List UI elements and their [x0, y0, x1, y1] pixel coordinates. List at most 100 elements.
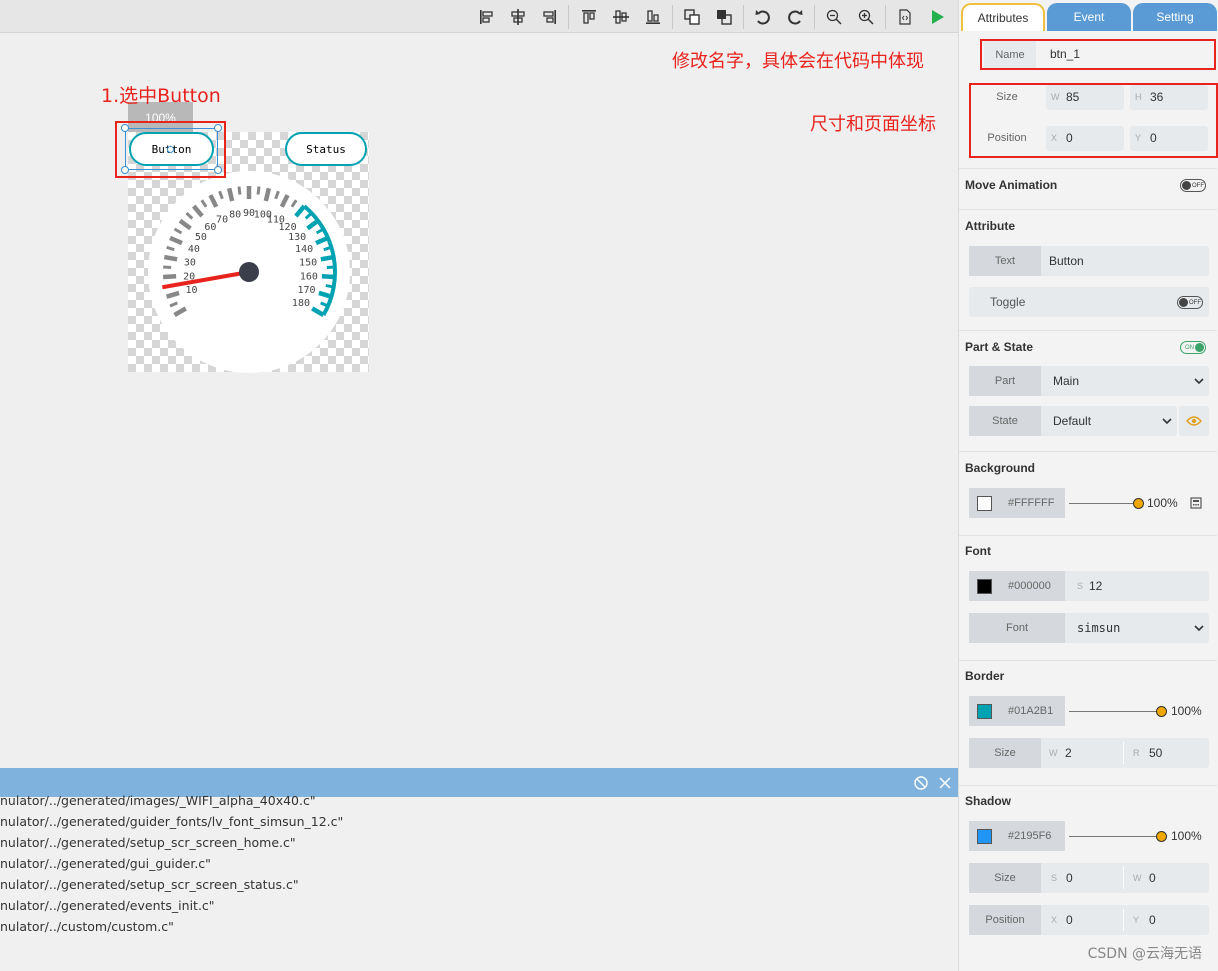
- border-color-row: #01A2B1 100%: [969, 696, 1209, 726]
- border-swatch: [977, 704, 992, 719]
- state-row: State Default: [969, 406, 1177, 436]
- font-family-row: Font simsun: [969, 613, 1209, 643]
- font-color-row: #000000 S 12: [969, 571, 1209, 601]
- border-w-label: W: [1049, 748, 1058, 758]
- w-field[interactable]: W 85: [1046, 85, 1124, 110]
- align-left-icon[interactable]: [476, 6, 498, 28]
- annotation-name: 修改名字，具体会在代码中体现: [672, 51, 924, 72]
- align-middle-icon[interactable]: [610, 6, 632, 28]
- send-backward-icon[interactable]: [713, 6, 735, 28]
- redo-icon[interactable]: [784, 6, 806, 28]
- border-color-picker[interactable]: #01A2B1: [969, 696, 1065, 726]
- size-label: Size: [996, 91, 1018, 103]
- h-field[interactable]: H 36: [1130, 85, 1208, 110]
- gauge-tick: [256, 186, 261, 195]
- align-top-icon[interactable]: [578, 6, 600, 28]
- shadow-spread-field[interactable]: 0: [1066, 863, 1073, 893]
- chevron-down-icon[interactable]: [1161, 415, 1173, 427]
- shadow-opacity-value: 100%: [1171, 829, 1202, 843]
- shadow-color-value: #2195F6: [1008, 830, 1052, 842]
- part-state-toggle[interactable]: ON: [1180, 341, 1206, 354]
- console-line: nulator/../custom/custom.c": [0, 919, 174, 934]
- design-canvas: 100% Button Status 102030405060708090100…: [0, 33, 958, 768]
- border-width-field[interactable]: 2: [1065, 738, 1072, 768]
- font-color-picker[interactable]: #000000: [969, 571, 1065, 601]
- border-radius-field[interactable]: 50: [1149, 738, 1162, 768]
- text-field[interactable]: Button: [1049, 246, 1084, 276]
- gauge-label: 160: [300, 271, 318, 282]
- bring-forward-icon[interactable]: [681, 6, 703, 28]
- annotation-select: 1.选中Button: [101, 85, 221, 107]
- font-family-select[interactable]: simsun: [1077, 613, 1120, 643]
- border-color-value: #01A2B1: [1008, 705, 1054, 717]
- zoom-out-icon[interactable]: [823, 6, 845, 28]
- calculator-icon[interactable]: [1190, 497, 1202, 509]
- zoom-in-icon[interactable]: [855, 6, 877, 28]
- border-opacity-value: 100%: [1171, 704, 1202, 718]
- position-label: Position: [987, 132, 1027, 144]
- shadow-opacity-track[interactable]: [1069, 836, 1163, 837]
- shadow-swatch: [977, 829, 992, 844]
- chevron-down-icon[interactable]: [1193, 622, 1205, 634]
- chevron-down-icon[interactable]: [1193, 375, 1205, 387]
- border-opacity-track[interactable]: [1069, 711, 1163, 712]
- border-size-label: Size: [969, 738, 1041, 768]
- console-line: nulator/../generated/events_init.c": [0, 898, 215, 913]
- gauge-label: 10: [185, 285, 197, 296]
- shadow-width-field[interactable]: 0: [1149, 863, 1156, 893]
- gauge-label: 180: [292, 298, 310, 309]
- font-swatch: [977, 579, 992, 594]
- run-icon[interactable]: [926, 6, 948, 28]
- console-line: nulator/../generated/guider_fonts/lv_fon…: [0, 814, 344, 829]
- border-size-row: Size W 2 R 50: [969, 738, 1209, 768]
- console-line: nulator/../generated/gui_guider.c": [0, 856, 211, 871]
- x-field[interactable]: X 0: [1046, 126, 1124, 151]
- state-select[interactable]: Default: [1053, 406, 1091, 436]
- align-right-icon[interactable]: [538, 6, 560, 28]
- border-opacity-knob[interactable]: [1156, 706, 1167, 717]
- shadow-x-label: X: [1051, 915, 1058, 925]
- part-select[interactable]: Main: [1053, 366, 1079, 396]
- text-label: Text: [969, 246, 1041, 276]
- bg-opacity-track[interactable]: [1069, 503, 1141, 504]
- shadow-y-field[interactable]: 0: [1149, 905, 1156, 935]
- console-line: nulator/../generated/setup_scr_screen_ho…: [0, 835, 296, 850]
- font-color-value: #000000: [1008, 580, 1051, 592]
- border-r-label: R: [1133, 748, 1140, 758]
- shadow-color-picker[interactable]: #2195F6: [969, 821, 1065, 851]
- h-label: H: [1135, 92, 1142, 102]
- shadow-y-label: Y: [1133, 915, 1140, 925]
- font-size-field[interactable]: 12: [1089, 571, 1102, 601]
- preview-state-button[interactable]: [1179, 406, 1209, 436]
- canvas-status-button[interactable]: Status: [285, 132, 367, 166]
- gauge-label: 40: [188, 244, 200, 255]
- shadow-s-label: S: [1051, 873, 1058, 883]
- gauge-label: 70: [216, 214, 228, 225]
- y-field[interactable]: Y 0: [1130, 126, 1208, 151]
- shadow-w-label: W: [1133, 873, 1142, 883]
- output-console: nulator/../generated/images/_WIFI_alpha_…: [0, 768, 958, 971]
- w-value: 85: [1066, 90, 1080, 104]
- code-icon[interactable]: [894, 6, 916, 28]
- align-bottom-icon[interactable]: [642, 6, 664, 28]
- undo-icon[interactable]: [752, 6, 774, 28]
- toggle-switch[interactable]: OFF: [1177, 296, 1203, 309]
- h-value: 36: [1150, 90, 1164, 104]
- shadow-x-field[interactable]: 0: [1066, 905, 1073, 935]
- tab-attributes[interactable]: Attributes: [961, 3, 1045, 31]
- bg-opacity-value: 100%: [1147, 496, 1178, 510]
- gauge-tick: [226, 187, 235, 202]
- move-animation-toggle[interactable]: OFF: [1180, 179, 1206, 192]
- speedometer-gauge[interactable]: 10203040506070 80 901001101201301401501601…: [129, 171, 369, 373]
- bg-opacity-knob[interactable]: [1133, 498, 1144, 509]
- tab-setting[interactable]: Setting: [1133, 3, 1217, 31]
- state-label: State: [969, 406, 1041, 436]
- name-field[interactable]: btn_1: [1050, 41, 1080, 68]
- align-center-icon[interactable]: [507, 6, 529, 28]
- shadow-opacity-knob[interactable]: [1156, 831, 1167, 842]
- part-label: Part: [969, 366, 1041, 396]
- text-row: Text Button: [969, 246, 1209, 276]
- shadow-position-row: Position X 0 Y 0: [969, 905, 1209, 935]
- tab-event[interactable]: Event: [1047, 3, 1131, 31]
- bg-color-picker[interactable]: #FFFFFF: [969, 488, 1065, 518]
